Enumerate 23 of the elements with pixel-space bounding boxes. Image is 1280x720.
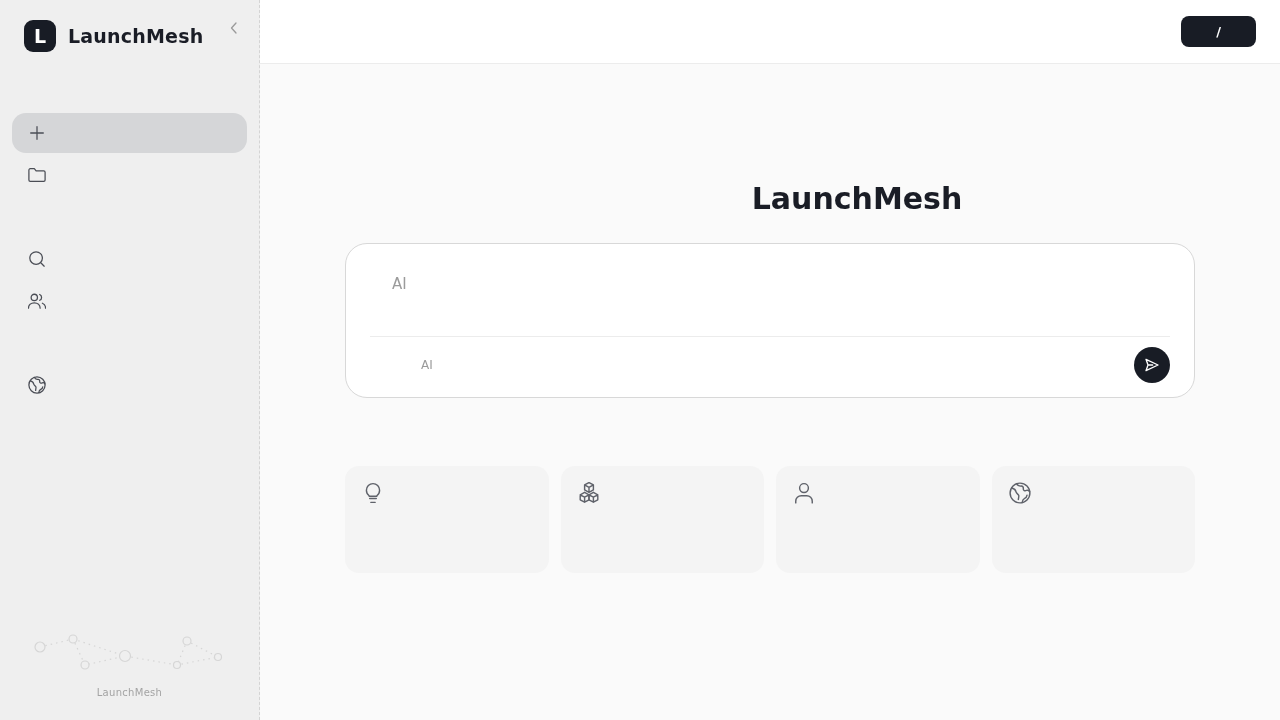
globe-icon — [28, 376, 46, 394]
globe-icon — [1008, 482, 1031, 504]
send-icon — [1144, 357, 1160, 373]
folder-icon — [28, 166, 46, 184]
prompt-input[interactable]: AI — [370, 258, 1170, 310]
person-icon — [793, 482, 815, 504]
send-button[interactable] — [1134, 347, 1170, 383]
header-button[interactable]: / — [1181, 16, 1256, 47]
brand-name: LaunchMesh — [68, 25, 204, 47]
suggestion-card[interactable] — [991, 466, 1195, 573]
suggestion-card[interactable] — [560, 466, 764, 573]
page-title: LaunchMesh — [750, 181, 964, 217]
suggestion-card[interactable] — [776, 466, 980, 573]
logo-mark: L — [24, 20, 56, 52]
users-icon — [28, 292, 46, 310]
hint-text: AI — [421, 358, 433, 372]
chevron-left-icon — [230, 22, 238, 34]
search-icon — [28, 250, 46, 268]
cubes-icon — [577, 482, 600, 504]
plus-icon — [28, 124, 46, 142]
brand-caption: LaunchMesh — [96, 687, 163, 698]
suggestion-card[interactable] — [345, 466, 549, 573]
sidebar-item[interactable] — [12, 113, 247, 153]
